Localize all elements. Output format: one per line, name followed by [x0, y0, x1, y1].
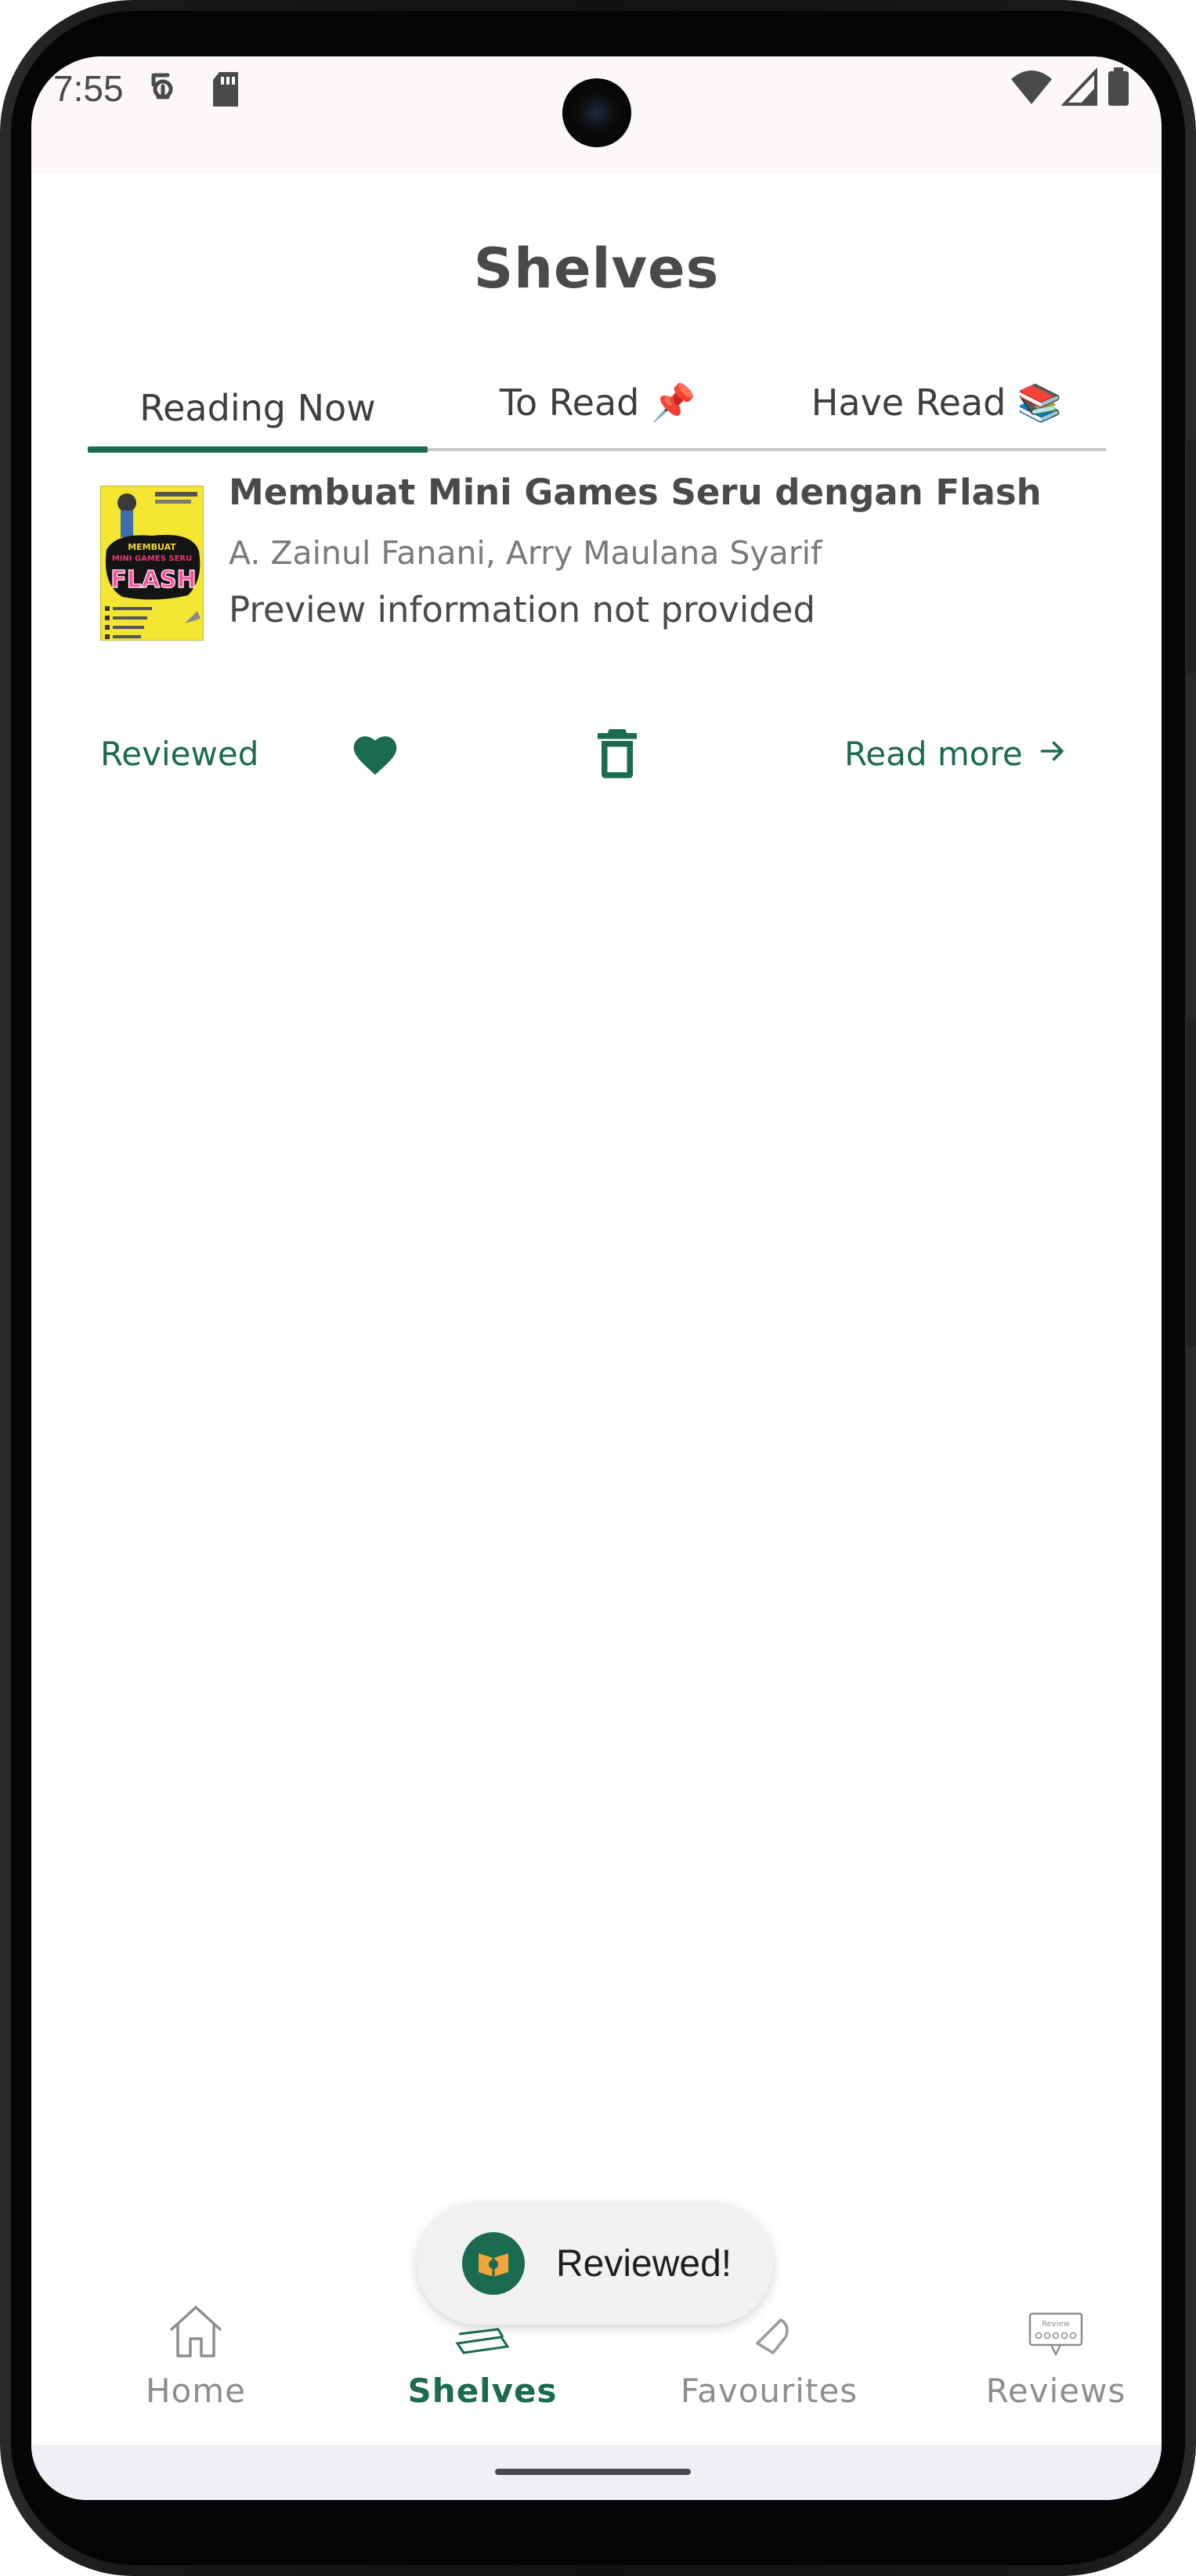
home-gesture-handle[interactable]: [495, 2469, 691, 2475]
gesture-navigation-area: [31, 2445, 1162, 2500]
book-actions: Reviewed Read more: [100, 714, 1118, 793]
nav-label: Favourites: [680, 2372, 858, 2410]
cover-mid-text: MINI GAMES SERU: [112, 555, 193, 563]
book-preview: Preview information not provided: [229, 589, 816, 630]
review-icon: Review: [1028, 2289, 1084, 2359]
reviewed-button[interactable]: Reviewed: [100, 735, 258, 773]
tab-reading-now[interactable]: Reading Now: [88, 346, 428, 460]
battery-icon: [1107, 67, 1130, 110]
tab-label: Reading Now: [139, 386, 376, 429]
status-icons: [1010, 67, 1130, 110]
signal-icon: [1061, 67, 1099, 109]
nav-item-home[interactable]: Home: [78, 2289, 313, 2445]
device-frame: 7:55 Shelves Reading Now To Read 📌 Have …: [0, 0, 1196, 2576]
wifi-icon: [1010, 68, 1053, 109]
tab-have-read[interactable]: Have Read 📚: [768, 346, 1106, 460]
book-authors: A. Zainul Fanani, Arry Maulana Syarif: [229, 534, 822, 572]
front-camera: [562, 78, 631, 147]
nav-label: Reviews: [985, 2372, 1126, 2410]
device-side-button: [1187, 439, 1196, 674]
home-icon: [167, 2289, 225, 2359]
book-title[interactable]: Membuat Mini Games Seru dengan Flash: [229, 471, 1042, 513]
toast-message: Reviewed!: [556, 2242, 732, 2285]
arrow-right-icon: [1037, 735, 1068, 773]
sd-card-icon: [210, 70, 241, 111]
status-bar: 7:55: [31, 56, 1162, 174]
nav-label: Shelves: [407, 2372, 558, 2410]
vpn-key-icon: [147, 70, 179, 111]
status-time: 7:55: [53, 68, 124, 109]
book-cover-image[interactable]: MEMBUAT MINI GAMES SERU FLASH: [99, 485, 204, 641]
page-title: Shelves: [473, 237, 720, 301]
tab-label: Have Read 📚: [811, 381, 1063, 424]
cover-top-text: MEMBUAT: [128, 542, 176, 552]
delete-button[interactable]: [594, 725, 641, 780]
favorite-button[interactable]: [349, 730, 401, 777]
heart-filled-icon: [349, 736, 401, 780]
screen: 7:55 Shelves Reading Now To Read 📌 Have …: [31, 56, 1162, 2500]
read-more-button[interactable]: Read more: [844, 735, 1068, 773]
cover-main-text: FLASH: [110, 566, 197, 594]
nav-item-reviews[interactable]: Review Reviews: [938, 2289, 1162, 2445]
tab-label: To Read 📌: [499, 381, 696, 424]
tab-active-indicator: [88, 446, 428, 453]
nav-label: Home: [145, 2372, 247, 2410]
read-more-label: Read more: [844, 735, 1023, 773]
app-logo-icon: [462, 2232, 525, 2295]
toast-notification: Reviewed!: [417, 2202, 773, 2325]
device-volume-button: [1187, 1018, 1196, 1347]
trash-icon: [594, 729, 641, 783]
tab-to-read[interactable]: To Read 📌: [428, 346, 768, 460]
shelf-tabs: Reading Now To Read 📌 Have Read 📚: [88, 346, 1106, 460]
review-icon-text: Review: [1042, 2320, 1070, 2329]
